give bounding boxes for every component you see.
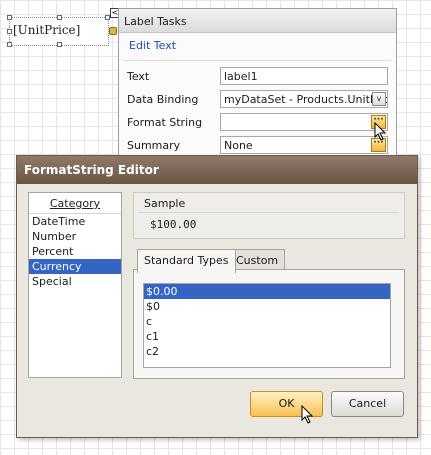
- arrow-pointer-icon: [301, 405, 314, 424]
- text-field[interactable]: label1: [220, 67, 388, 85]
- data-binding-value: myDataSet - Products.UnitPrice: [224, 93, 388, 106]
- sample-separator: [139, 212, 399, 213]
- category-header: Category: [29, 193, 121, 214]
- arrow-pointer-icon: [374, 122, 387, 141]
- standard-types-list[interactable]: $0.00 $0 c c1 c2: [143, 283, 391, 368]
- text-row-label: Text: [127, 70, 150, 83]
- resize-handle-n[interactable]: [57, 15, 62, 20]
- tab-custom[interactable]: Custom: [229, 249, 286, 271]
- category-item-number[interactable]: Number: [29, 229, 121, 244]
- category-item-special[interactable]: Special: [29, 274, 121, 289]
- dialog-title: FormatString Editor: [17, 156, 417, 184]
- format-string-field[interactable]: ···: [220, 113, 388, 131]
- anchor-handle[interactable]: [109, 27, 117, 35]
- sample-box: Sample $100.00: [133, 192, 405, 239]
- category-items: DateTime Number Percent Currency Special: [29, 214, 121, 289]
- summary-value: None: [224, 139, 253, 152]
- tasks-separator: [124, 60, 391, 61]
- data-binding-dropdown[interactable]: myDataSet - Products.UnitPrice v: [220, 90, 388, 108]
- type-tabs: Standard Types Custom $0.00 $0 c c1 c2: [133, 249, 405, 379]
- sample-value: $100.00: [150, 218, 197, 231]
- category-header-label: Category: [49, 197, 101, 210]
- standard-types-panel: $0.00 $0 c c1 c2: [133, 269, 405, 379]
- format-string-row-label: Format String: [127, 116, 203, 129]
- text-field-value: label1: [224, 70, 258, 83]
- category-item-currency[interactable]: Currency: [29, 259, 121, 274]
- chevron-down-icon[interactable]: v: [372, 92, 386, 106]
- cancel-button[interactable]: Cancel: [331, 391, 404, 417]
- label-tasks-panel: Label Tasks Edit Text Text label1 Data B…: [118, 8, 397, 168]
- type-item[interactable]: $0: [144, 299, 390, 314]
- summary-row-label: Summary: [127, 139, 181, 152]
- type-item[interactable]: c: [144, 314, 390, 329]
- label-tasks-title: Label Tasks: [119, 9, 396, 33]
- category-item-datetime[interactable]: DateTime: [29, 214, 121, 229]
- format-string-editor-dialog: FormatString Editor Category DateTime Num…: [16, 155, 418, 438]
- type-item[interactable]: $0.00: [144, 284, 390, 299]
- tab-standard-types[interactable]: Standard Types: [137, 249, 236, 273]
- category-item-percent[interactable]: Percent: [29, 244, 121, 259]
- summary-field[interactable]: None ···: [220, 136, 388, 154]
- resize-handle-sw[interactable]: [7, 42, 12, 47]
- type-item[interactable]: c2: [144, 344, 390, 359]
- resize-handle-w[interactable]: [7, 29, 12, 34]
- resize-handle-nw[interactable]: [7, 15, 12, 20]
- design-label-text: [UnitPrice]: [13, 23, 81, 37]
- data-binding-row-label: Data Binding: [127, 93, 199, 106]
- resize-handle-s[interactable]: [57, 42, 62, 47]
- edit-text-link[interactable]: Edit Text: [129, 39, 176, 52]
- design-label-unitprice[interactable]: [UnitPrice]: [7, 15, 110, 47]
- type-item[interactable]: c1: [144, 329, 390, 344]
- sample-label: Sample: [144, 197, 186, 210]
- category-list[interactable]: Category DateTime Number Percent Currency Sp…: [28, 192, 122, 378]
